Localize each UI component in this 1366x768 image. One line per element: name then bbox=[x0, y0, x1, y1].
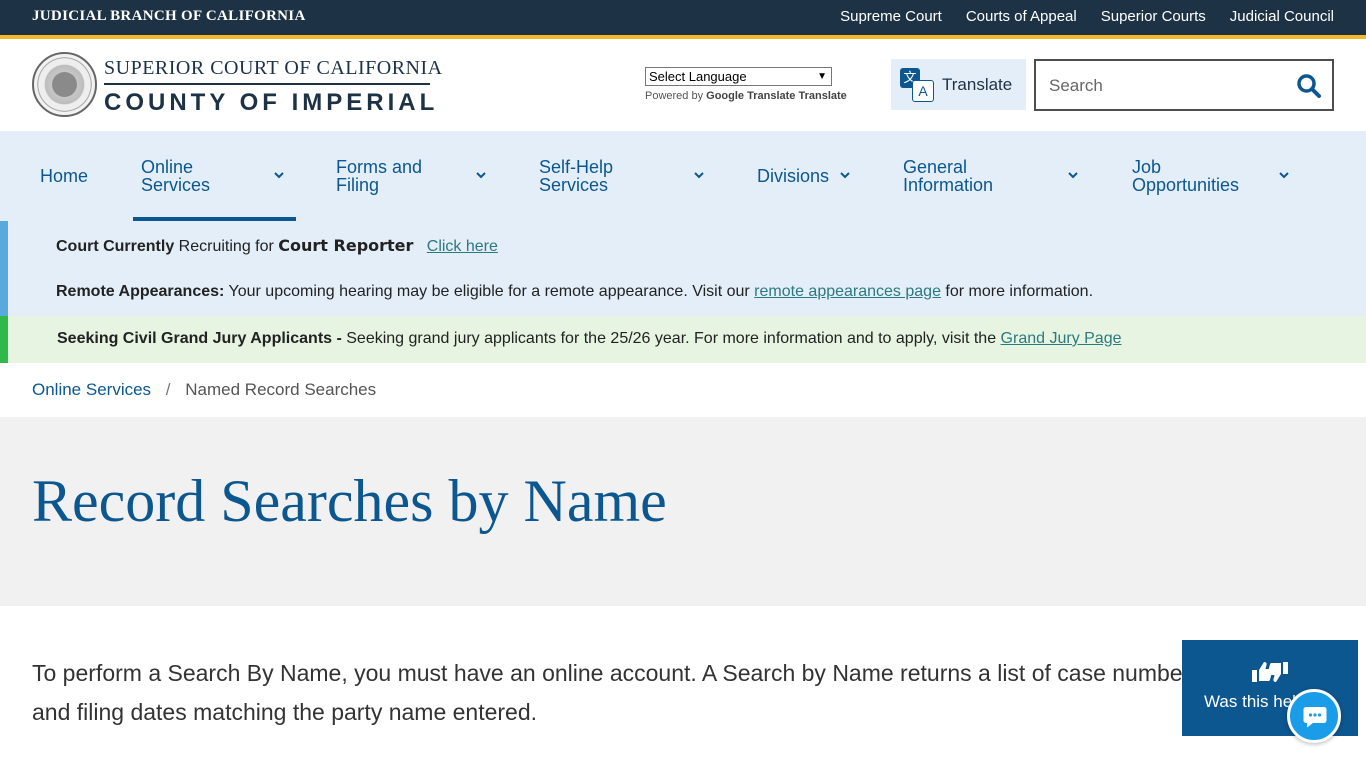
link-superior-courts[interactable]: Superior Courts bbox=[1101, 8, 1206, 25]
page-hero: Record Searches by Name bbox=[0, 417, 1366, 606]
top-utility-bar: JUDICIAL BRANCH OF CALIFORNIA Supreme Co… bbox=[0, 0, 1366, 35]
logo-title-line1[interactable]: SUPERIOR COURT OF CALIFORNIA bbox=[104, 57, 443, 80]
breadcrumb-online-services[interactable]: Online Services bbox=[32, 380, 151, 399]
breadcrumb: Online Services / Named Record Searches bbox=[32, 380, 376, 400]
nav-item-home[interactable]: Home bbox=[40, 131, 88, 221]
breadcrumb-current: Named Record Searches bbox=[185, 380, 377, 399]
logo-divider bbox=[104, 83, 430, 85]
breadcrumb-separator: / bbox=[165, 380, 171, 399]
google-translate-brand[interactable]: Google Translate bbox=[706, 90, 795, 102]
remote-appearances-link[interactable]: remote appearances page bbox=[754, 283, 941, 300]
chat-icon bbox=[1303, 707, 1327, 728]
alert-remote-appearances: Remote Appearances: Your upcoming hearin… bbox=[56, 283, 1094, 300]
nav-label-online-services: Online Services bbox=[141, 157, 211, 195]
chevron-down-icon: ▼ bbox=[817, 71, 827, 82]
chevron-down-icon bbox=[1068, 172, 1078, 179]
judicial-branch-label: JUDICIAL BRANCH OF CALIFORNIA bbox=[32, 8, 306, 24]
language-select-value: Select Language bbox=[649, 69, 747, 84]
chevron-down-icon bbox=[840, 172, 850, 179]
click-here-link[interactable]: Click here bbox=[427, 238, 498, 255]
nav-item-self-help-services[interactable]: Self-Help Services bbox=[539, 131, 719, 221]
court-seal-logo[interactable] bbox=[32, 52, 97, 117]
alert-court-reporter: Court Currently Recruiting for Court Rep… bbox=[56, 236, 498, 255]
thumbs-up-down-icon bbox=[1252, 662, 1288, 682]
top-links: Supreme Court Courts of Appeal Superior … bbox=[840, 8, 1334, 25]
search-placeholder: Search bbox=[1049, 76, 1103, 95]
main-navigation: Home Online Services Forms and Filing Self… bbox=[0, 131, 1366, 221]
grand-jury-page-link[interactable]: Grand Jury Page bbox=[1001, 330, 1122, 347]
nav-label-general-information: General Information bbox=[903, 157, 994, 195]
chat-button[interactable] bbox=[1287, 689, 1341, 743]
nav-item-divisions[interactable]: Divisions bbox=[757, 131, 857, 221]
link-judicial-council[interactable]: Judicial Council bbox=[1230, 8, 1334, 25]
search-icon[interactable] bbox=[1296, 73, 1322, 99]
chevron-down-icon bbox=[1279, 172, 1289, 179]
nav-label-divisions: Divisions bbox=[757, 166, 830, 186]
powered-by-google: Powered by Google Translate Translate bbox=[645, 90, 847, 102]
nav-item-online-services[interactable]: Online Services bbox=[133, 131, 296, 221]
nav-item-forms-and-filing[interactable]: Forms and Filing bbox=[336, 131, 496, 221]
link-supreme-court[interactable]: Supreme Court bbox=[840, 8, 942, 25]
nav-item-job-opportunities[interactable]: Job Opportunities bbox=[1132, 131, 1312, 221]
language-select[interactable]: Select Language ▼ bbox=[645, 67, 832, 86]
translate-button[interactable]: 文 A Translate bbox=[891, 59, 1026, 110]
logo-title-line2[interactable]: COUNTY OF IMPERIAL bbox=[104, 89, 438, 117]
chevron-down-icon bbox=[476, 172, 486, 179]
translate-icon: 文 A bbox=[900, 67, 934, 102]
powered-by-label: Powered by bbox=[645, 90, 704, 102]
intro-paragraph: To perform a Search By Name, you must ha… bbox=[32, 660, 1202, 725]
google-translate-link[interactable]: Translate bbox=[798, 90, 846, 102]
site-header: SUPERIOR COURT OF CALIFORNIA COUNTY OF I… bbox=[0, 39, 1366, 131]
translate-label: Translate bbox=[942, 74, 1013, 94]
nav-item-general-information[interactable]: General Information bbox=[903, 131, 1093, 221]
nav-label-home: Home bbox=[40, 166, 89, 186]
nav-label-forms-and-filing: Forms and Filing bbox=[336, 157, 423, 195]
alert-grand-jury: Seeking Civil Grand Jury Applicants - Se… bbox=[57, 330, 1122, 347]
nav-label-job-opportunities: Job Opportunities bbox=[1132, 157, 1240, 195]
nav-label-self-help-services: Self-Help Services bbox=[539, 157, 614, 195]
chevron-down-icon bbox=[694, 172, 704, 179]
chevron-down-icon bbox=[274, 172, 284, 179]
page-title: Record Searches by Name bbox=[32, 468, 667, 534]
link-courts-of-appeal[interactable]: Courts of Appeal bbox=[966, 8, 1077, 25]
search-input[interactable]: Search bbox=[1034, 59, 1334, 111]
